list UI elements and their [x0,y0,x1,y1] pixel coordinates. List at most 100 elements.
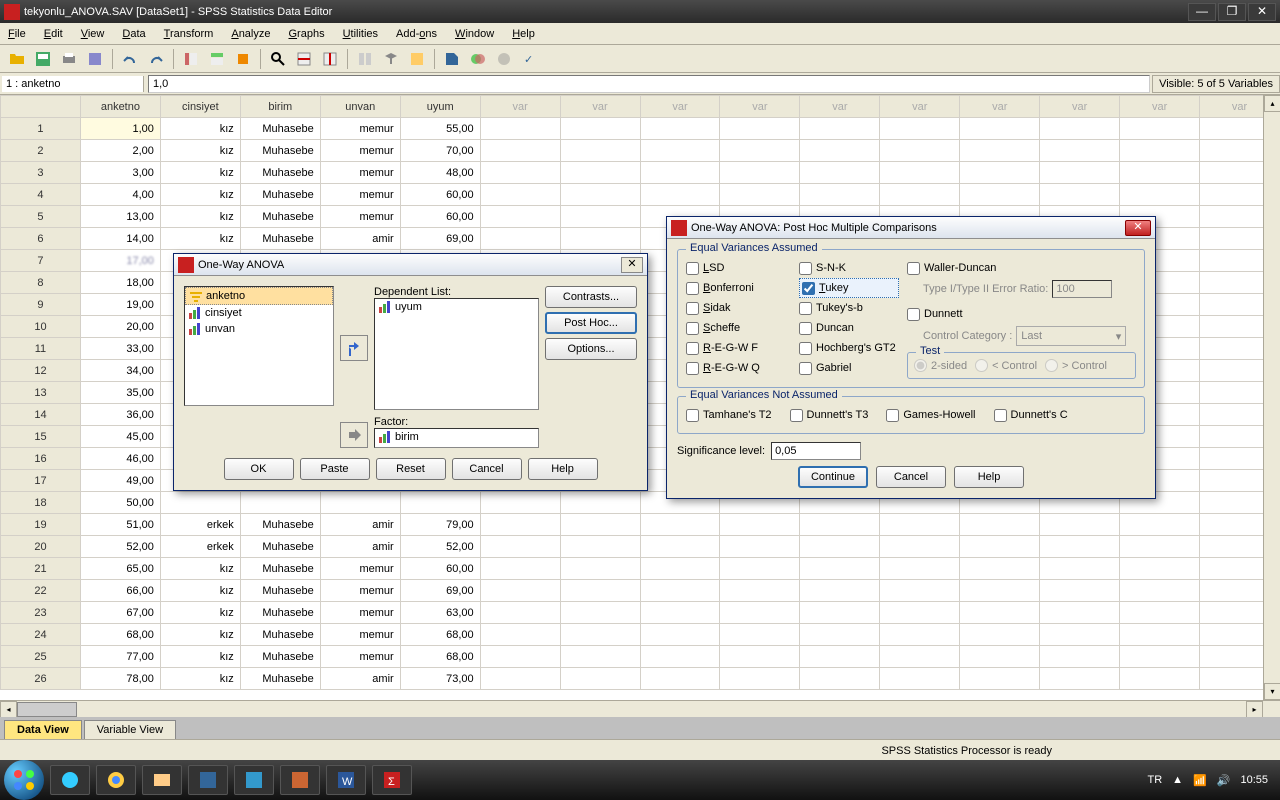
start-button[interactable] [4,760,44,800]
goto-case-icon[interactable] [180,48,202,70]
value-labels-icon[interactable] [441,48,463,70]
goto-variable-icon[interactable] [206,48,228,70]
tray-volume-icon[interactable]: 🔊 [1217,774,1231,787]
chk-scheffe[interactable]: Scheffe [686,318,791,338]
maximize-button[interactable]: ❐ [1218,3,1246,21]
chk-gabriel[interactable]: Gabriel [799,358,899,378]
menu-transform[interactable]: Transform [164,28,214,40]
open-icon[interactable] [6,48,28,70]
chk-duncan[interactable]: Duncan [799,318,899,338]
chk-dunnettsc[interactable]: Dunnett's C [994,405,1068,425]
chk-tukeysb[interactable]: Tukey's-b [799,298,899,318]
source-variables-list[interactable]: anketno cinsiyet unvan [184,286,334,406]
taskbar-app2-icon[interactable] [234,765,274,795]
dialog-close-button[interactable]: ✕ [621,257,643,273]
control-category-combo: Last▾ [1016,326,1126,346]
find-icon[interactable] [267,48,289,70]
significance-input[interactable] [771,442,861,460]
menu-addons[interactable]: Add-ons [396,28,437,40]
chk-bonferroni[interactable]: Bonferroni [686,278,791,298]
undo-icon[interactable] [119,48,141,70]
svg-text:✓: ✓ [524,54,533,66]
dialog-titlebar[interactable]: One-Way ANOVA ✕ [174,254,647,276]
menu-data[interactable]: Data [122,28,145,40]
tray-clock[interactable]: 10:55 [1240,774,1268,786]
chk-sidak[interactable]: Sidak [686,298,791,318]
tray-network-icon[interactable]: 📶 [1193,774,1207,787]
show-all-icon[interactable] [493,48,515,70]
insert-variable-icon[interactable] [319,48,341,70]
menu-file[interactable]: File [8,28,26,40]
weight-cases-icon[interactable] [380,48,402,70]
print-icon[interactable] [58,48,80,70]
chk-regwf[interactable]: R-E-G-W F [686,338,791,358]
chk-regwq[interactable]: R-E-G-W Q [686,358,791,378]
close-button[interactable]: ✕ [1248,3,1276,21]
taskbar-app3-icon[interactable] [280,765,320,795]
dependent-list[interactable]: uyum [374,298,539,410]
factor-field[interactable]: birim [374,428,539,448]
taskbar-chrome-icon[interactable] [96,765,136,795]
contrasts-button[interactable]: Contrasts... [545,286,637,308]
dialog-titlebar[interactable]: One-Way ANOVA: Post Hoc Multiple Compari… [667,217,1155,239]
menu-window[interactable]: Window [455,28,494,40]
redo-icon[interactable] [145,48,167,70]
ok-button[interactable]: OK [224,458,294,480]
chk-snk[interactable]: S-N-K [799,258,899,278]
minimize-button[interactable]: — [1188,3,1216,21]
insert-cases-icon[interactable] [293,48,315,70]
tab-variable-view[interactable]: Variable View [84,720,176,739]
chk-dunnettst[interactable]: Dunnett's T3 [790,405,869,425]
cancel-button[interactable]: Cancel [452,458,522,480]
horizontal-scrollbar[interactable]: ◂ ▸ [0,700,1280,717]
vertical-scrollbar[interactable]: ▴ ▾ [1263,95,1280,717]
chk-dunnett[interactable]: Dunnett [907,304,1136,324]
cell-value[interactable]: 1,0 [148,75,1150,93]
help-button[interactable]: Help [954,466,1024,488]
taskbar-spss-icon[interactable]: Σ [372,765,412,795]
use-sets-icon[interactable] [467,48,489,70]
taskbar: W Σ TR ▲ 📶 🔊 10:55 [0,760,1280,800]
ratio-label: Type I/Type II Error Ratio: [923,283,1048,295]
tab-data-view[interactable]: Data View [4,720,82,739]
chk-lsd[interactable]: LSD [686,258,791,278]
taskbar-app-icon[interactable] [188,765,228,795]
dialog-recall-icon[interactable] [84,48,106,70]
taskbar-explorer-icon[interactable] [142,765,182,795]
split-file-icon[interactable] [354,48,376,70]
cancel-button[interactable]: Cancel [876,466,946,488]
menu-analyze[interactable]: Analyze [231,28,270,40]
chk-gameshowell[interactable]: Games-Howell [886,405,975,425]
taskbar-word-icon[interactable]: W [326,765,366,795]
dialog-title: One-Way ANOVA [198,259,621,271]
reset-button[interactable]: Reset [376,458,446,480]
taskbar-ie-icon[interactable] [50,765,90,795]
menu-edit[interactable]: Edit [44,28,63,40]
select-cases-icon[interactable] [406,48,428,70]
list-item: birim [375,429,538,445]
continue-button[interactable]: Continue [798,466,868,488]
fieldset-legend: Equal Variances Assumed [686,242,822,254]
posthoc-button[interactable]: Post Hoc... [545,312,637,334]
menu-graphs[interactable]: Graphs [288,28,324,40]
help-button[interactable]: Help [528,458,598,480]
spell-check-icon[interactable]: ✓ [519,48,541,70]
menubar: File Edit View Data Transform Analyze Gr… [0,23,1280,45]
chk-waller-duncan[interactable]: Waller-Duncan [907,258,1136,278]
dialog-icon [178,257,194,273]
tray-lang[interactable]: TR [1148,774,1163,786]
chk-tukey[interactable]: Tukey [799,278,899,298]
save-icon[interactable] [32,48,54,70]
chk-hochbergsgt[interactable]: Hochberg's GT2 [799,338,899,358]
chk-tamhanest[interactable]: Tamhane's T2 [686,405,772,425]
variables-icon[interactable] [232,48,254,70]
menu-view[interactable]: View [81,28,105,40]
move-to-factor-button[interactable] [340,422,368,448]
dialog-close-button[interactable]: ✕ [1125,220,1151,236]
menu-help[interactable]: Help [512,28,535,40]
options-button[interactable]: Options... [545,338,637,360]
move-to-dependent-button[interactable] [340,335,368,361]
paste-button[interactable]: Paste [300,458,370,480]
unequal-variances-group: Equal Variances Not Assumed Tamhane's T2… [677,396,1145,434]
menu-utilities[interactable]: Utilities [343,28,378,40]
